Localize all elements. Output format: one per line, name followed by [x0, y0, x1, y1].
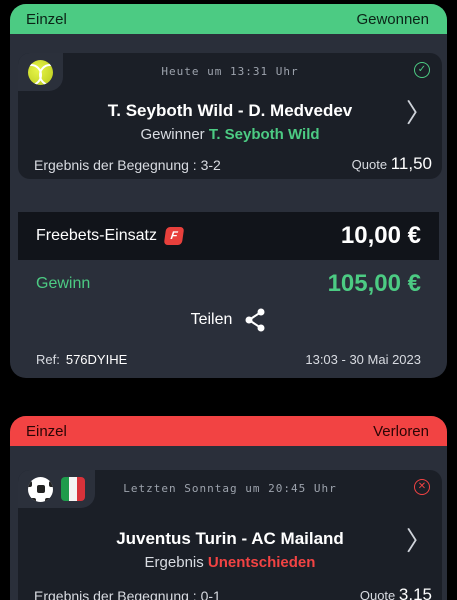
bet-header: Einzel Verloren: [10, 416, 447, 446]
bet-market: Ergebnis Unentschieden: [18, 554, 442, 571]
freebet-badge-icon: F: [163, 227, 185, 245]
bet-selection[interactable]: Heute um 13:31 Uhr ✓ T. Seyboth Wild - D…: [18, 53, 442, 179]
quote: Quote 3,15: [360, 585, 432, 600]
quote-value: 3,15: [398, 585, 432, 600]
stake-label-group: Freebets-Einsatz F: [36, 227, 185, 245]
bet-market: Gewinner T. Seyboth Wild: [18, 126, 442, 143]
event-time: Letzten Sonntag um 20:45 Uhr: [123, 482, 337, 495]
bet-selection[interactable]: Letzten Sonntag um 20:45 Uhr ✕ Juventus …: [18, 470, 442, 600]
stake-row: Freebets-Einsatz F 10,00 €: [18, 212, 439, 260]
match-title: Juventus Turin - AC Mailand: [116, 529, 344, 548]
stake-amount: 10,00 €: [340, 222, 421, 249]
ref-label: Ref:: [36, 352, 60, 367]
reference: Ref: 576DYIHE: [36, 352, 127, 367]
check-circle-icon: ✓: [414, 62, 430, 78]
share-label: Teilen: [190, 311, 233, 328]
market-label: Ergebnis: [144, 554, 204, 571]
quote: Quote 11,50: [352, 154, 432, 174]
selection-label: Unentschieden: [207, 554, 316, 571]
gain-label: Gewinn: [36, 275, 91, 292]
bet-card-lost: Einzel Verloren Letzten Sonntag um 20:45…: [10, 416, 447, 600]
gain-row: Gewinn 105,00 €: [36, 270, 421, 298]
match-result: Ergebnis der Begegnung : 0-1: [34, 588, 221, 600]
quote-label: Quote: [359, 588, 396, 600]
x-circle-icon: ✕: [414, 479, 430, 495]
match-title: T. Seyboth Wild - D. Medvedev: [107, 101, 353, 120]
bet-card-won: Einzel Gewonnen Heute um 13:31 Uhr ✓ T. …: [10, 4, 447, 378]
match-result: Ergebnis der Begegnung : 3-2: [34, 157, 221, 173]
share-button[interactable]: Teilen: [10, 308, 447, 332]
quote-value: 11,50: [390, 154, 432, 173]
chevron-right-icon[interactable]: 〉: [406, 93, 432, 130]
bet-type-label: Einzel: [26, 10, 67, 28]
stake-label: Freebets-Einsatz: [36, 227, 157, 244]
ref-value: 576DYIHE: [65, 352, 128, 367]
market-label: Gewinner: [140, 126, 205, 143]
bet-datetime: 13:03 - 30 Mai 2023: [305, 352, 421, 367]
bet-status-label: Gewonnen: [356, 10, 429, 28]
chevron-right-icon[interactable]: 〉: [406, 521, 432, 558]
bet-footer: Ref: 576DYIHE 13:03 - 30 Mai 2023: [36, 352, 421, 367]
bet-type-label: Einzel: [26, 422, 67, 440]
gain-amount: 105,00 €: [327, 270, 421, 297]
quote-label: Quote: [351, 157, 388, 172]
bet-header: Einzel Gewonnen: [10, 4, 447, 34]
bet-status-label: Verloren: [373, 422, 429, 440]
selection-label: T. Seyboth Wild: [208, 126, 320, 143]
event-time: Heute um 13:31 Uhr: [161, 65, 299, 78]
share-icon: [245, 308, 265, 332]
